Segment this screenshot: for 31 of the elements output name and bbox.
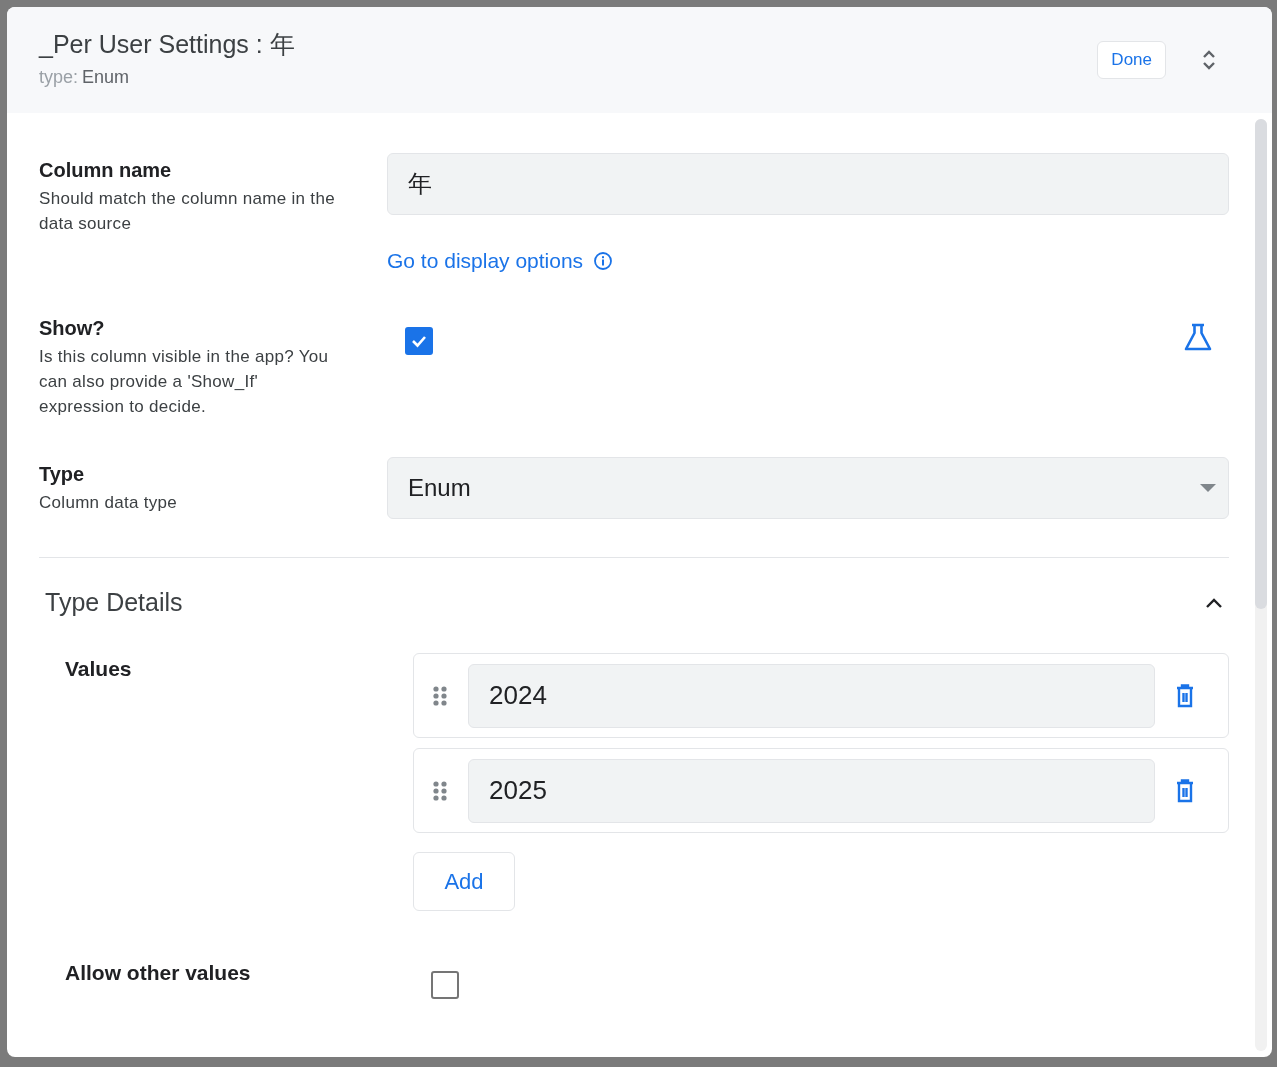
type-value: Enum <box>82 67 130 87</box>
drag-handle-icon[interactable] <box>432 779 448 802</box>
drag-handle-icon[interactable] <box>432 684 448 707</box>
done-button[interactable]: Done <box>1097 41 1166 79</box>
delete-icon[interactable] <box>1175 683 1195 708</box>
field-description: Should match the column name in the data source <box>39 188 336 235</box>
expand-collapse-icon[interactable] <box>1202 49 1216 71</box>
delete-icon[interactable] <box>1175 778 1195 803</box>
field-label: Column name <box>39 159 173 182</box>
flask-icon[interactable] <box>1183 323 1213 351</box>
type-dropdown[interactable]: Enum <box>387 457 1229 519</box>
show-checkbox[interactable] <box>405 327 433 355</box>
column-name-field[interactable]: 年 <box>387 153 1229 215</box>
field-label: Type <box>39 463 86 486</box>
field-description: Column data type <box>39 492 179 514</box>
values-label: Values <box>64 656 133 682</box>
allow-other-checkbox[interactable] <box>431 971 459 999</box>
field-description: Is this column visible in the app? You can also provide a 'Show_If' expression to decide. <box>39 346 330 418</box>
type-label: type: <box>39 67 79 87</box>
info-icon[interactable] <box>593 251 614 271</box>
dropdown-caret-icon <box>1200 484 1216 492</box>
add-button[interactable]: Add <box>413 852 515 911</box>
value-field[interactable]: 2024 <box>468 663 1155 728</box>
section-title: Type Details <box>45 588 183 617</box>
display-options-link[interactable]: Go to display options <box>387 249 584 273</box>
allow-other-label: Allow other values <box>64 960 252 985</box>
chevron-icon[interactable] <box>1205 596 1223 609</box>
scrollbar-thumb[interactable] <box>1255 119 1267 609</box>
dialog-title: _Per User Settings : 年 <box>39 29 296 60</box>
value-field[interactable]: 2025 <box>468 758 1155 823</box>
field-label: Show? <box>39 317 106 340</box>
